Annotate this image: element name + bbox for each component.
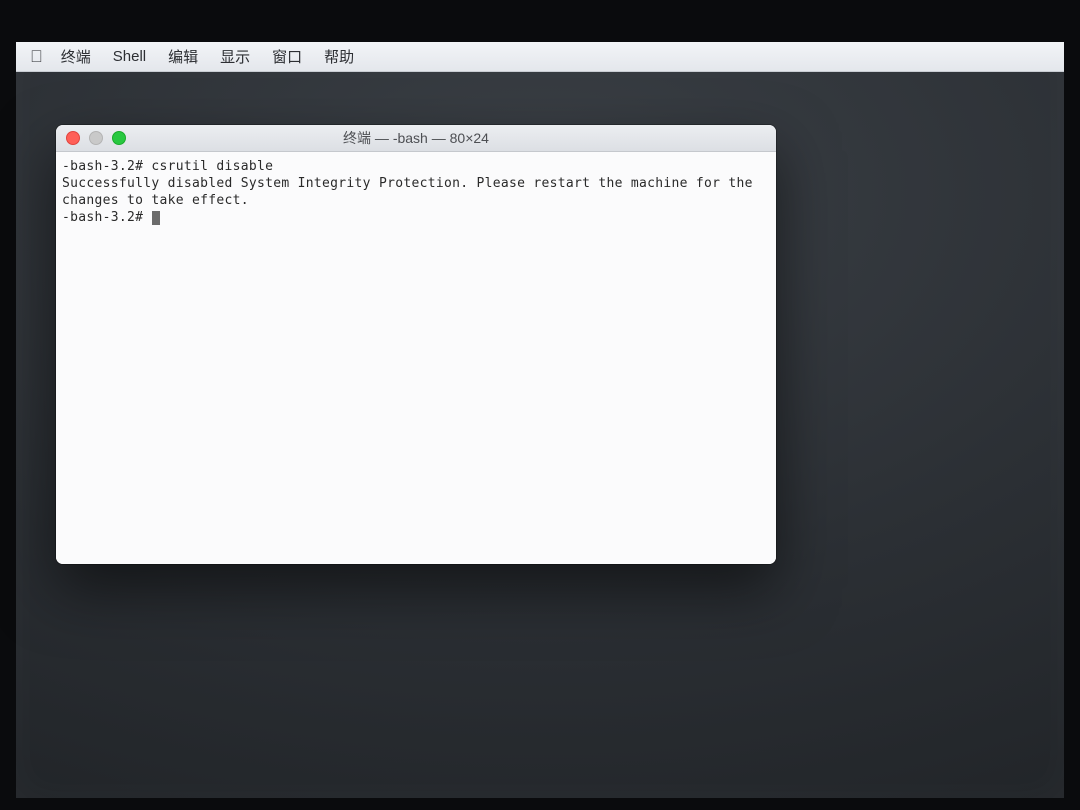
shell-prompt: -bash-3.2# bbox=[62, 210, 151, 225]
menubar-app-name[interactable]: 终端 bbox=[61, 46, 91, 67]
menubar-item-shell[interactable]: Shell bbox=[113, 48, 146, 65]
apple-menu-icon[interactable]:  bbox=[30, 47, 43, 67]
close-icon[interactable] bbox=[66, 131, 80, 145]
window-title: 终端 — -bash — 80×24 bbox=[56, 128, 776, 148]
minimize-icon[interactable] bbox=[89, 131, 103, 145]
menubar-item-view[interactable]: 显示 bbox=[220, 46, 250, 67]
macos-menubar[interactable]:  终端 Shell 编辑 显示 窗口 帮助 bbox=[16, 42, 1064, 72]
shell-output: Successfully disabled System Integrity P… bbox=[62, 176, 761, 208]
menubar-item-help[interactable]: 帮助 bbox=[324, 46, 354, 67]
shell-prompt: -bash-3.2# bbox=[62, 159, 151, 174]
zoom-icon[interactable] bbox=[112, 131, 126, 145]
terminal-titlebar[interactable]: 终端 — -bash — 80×24 bbox=[56, 125, 776, 152]
shell-command: csrutil disable bbox=[151, 159, 273, 174]
window-controls bbox=[66, 131, 126, 145]
terminal-content[interactable]: -bash-3.2# csrutil disable Successfully … bbox=[56, 152, 776, 564]
menubar-item-edit[interactable]: 编辑 bbox=[168, 46, 198, 67]
terminal-window[interactable]: 终端 — -bash — 80×24 -bash-3.2# csrutil di… bbox=[56, 125, 776, 564]
text-cursor-icon bbox=[152, 211, 160, 225]
menubar-item-window[interactable]: 窗口 bbox=[272, 46, 302, 67]
